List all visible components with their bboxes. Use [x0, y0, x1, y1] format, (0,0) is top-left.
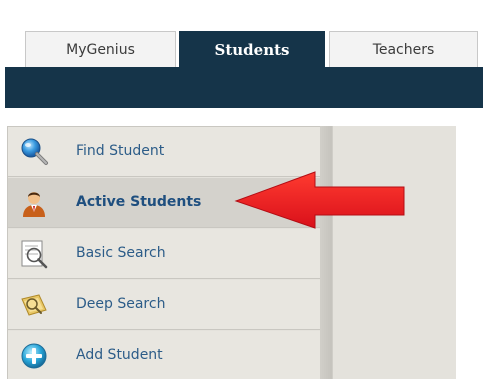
tab-mygenius[interactable]: MyGenius	[25, 31, 176, 67]
magnifier-icon	[19, 137, 49, 167]
tab-students[interactable]: Students	[179, 31, 325, 67]
menu-item-add-student[interactable]: Add Student	[8, 331, 320, 379]
tab-students-label: Students	[214, 40, 290, 59]
menu-item-label: Add Student	[76, 347, 163, 363]
menu-item-basic-search[interactable]: Basic Search	[8, 229, 320, 279]
tab-mygenius-label: MyGenius	[66, 41, 135, 58]
menu-item-label: Active Students	[76, 194, 202, 210]
menu-divider	[320, 126, 332, 379]
tab-teachers[interactable]: Teachers	[329, 31, 478, 67]
student-avatar-icon	[19, 188, 49, 218]
menu-item-label: Deep Search	[76, 296, 166, 312]
menu-item-deep-search[interactable]: Deep Search	[8, 280, 320, 330]
basic-search-icon	[19, 239, 49, 269]
app-root: MyGenius Students Teachers Find Student …	[0, 0, 483, 379]
deep-search-icon	[19, 290, 49, 320]
menu-item-find-student[interactable]: Find Student	[8, 127, 320, 177]
navigation-bar	[5, 67, 483, 108]
add-icon	[19, 341, 49, 371]
tab-teachers-label: Teachers	[372, 41, 435, 58]
menu-item-label: Find Student	[76, 143, 165, 159]
menu-right-panel	[332, 126, 456, 379]
menu-item-active-students[interactable]: Active Students	[8, 178, 320, 228]
menu-item-label: Basic Search	[76, 245, 166, 261]
